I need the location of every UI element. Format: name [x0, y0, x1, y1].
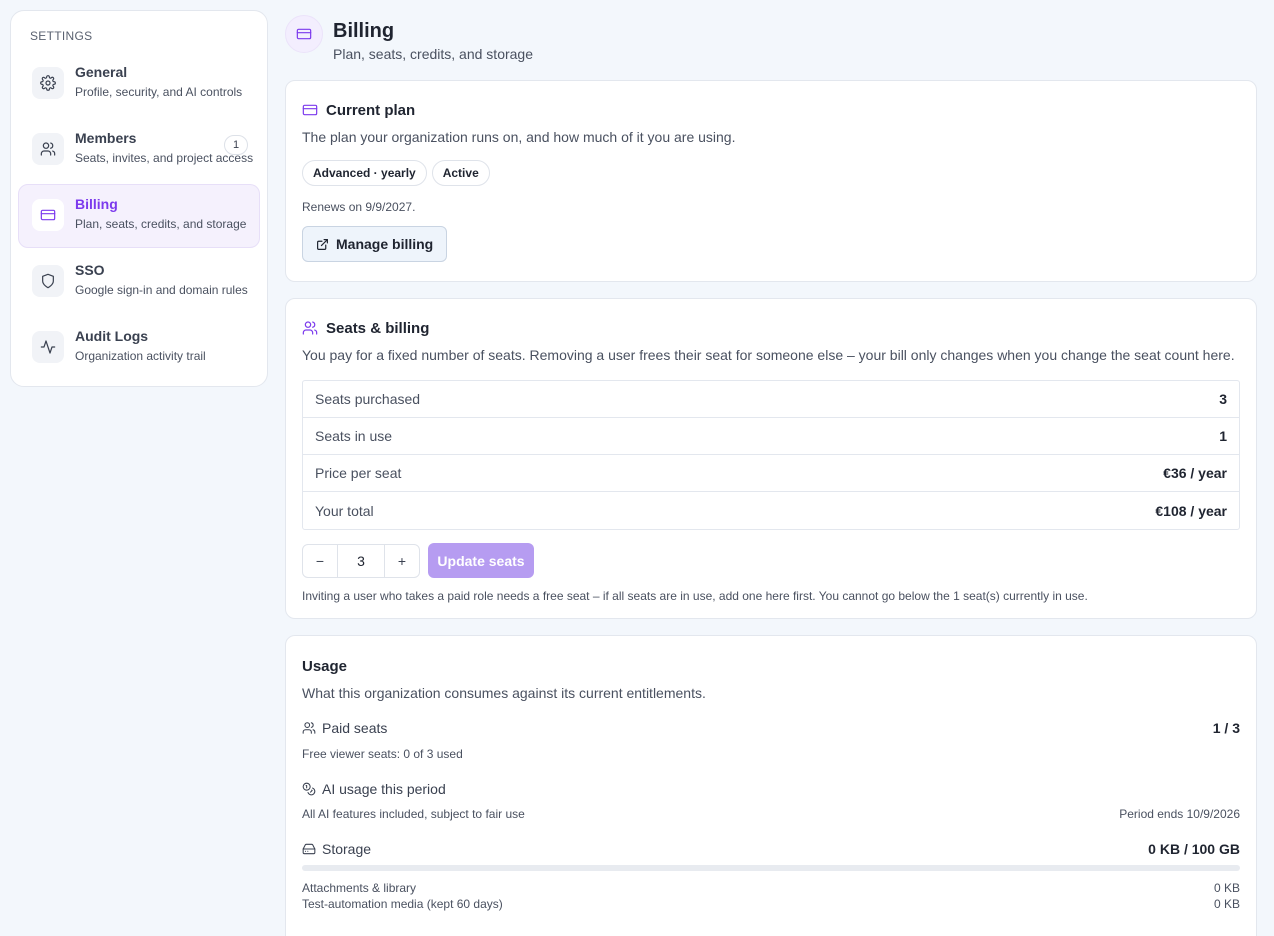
storage-text: Storage — [322, 841, 372, 857]
free-viewer-seats: Free viewer seats: 0 of 3 used — [302, 747, 463, 761]
table-row: Seats purchased 3 — [303, 381, 1239, 418]
row-label: Your total — [315, 502, 374, 519]
card-title: Current plan — [302, 100, 1240, 120]
storage-progress-bar — [302, 865, 1240, 871]
credit-card-icon — [302, 102, 318, 118]
sidebar-item-subtitle: Google sign-in and domain rules — [75, 283, 248, 297]
table-row: Price per seat €36 / year — [303, 455, 1239, 492]
sidebar-item-members[interactable]: Members Seats, invites, and project acce… — [18, 118, 260, 182]
hard-drive-icon — [302, 842, 316, 856]
update-seats-button[interactable]: Update seats — [428, 543, 534, 578]
list-item: Attachments & library 0 KB — [302, 881, 1240, 895]
seats-billing-card: Seats & billing You pay for a fixed numb… — [285, 298, 1257, 619]
credit-card-icon — [285, 15, 323, 53]
ai-period-end: Period ends 10/9/2026 — [1119, 807, 1240, 821]
users-icon — [302, 320, 318, 336]
plan-pill: Advanced · yearly — [302, 160, 427, 186]
row-value: €108 / year — [1155, 502, 1227, 519]
card-title: Seats & billing — [302, 318, 1240, 338]
sidebar-item-subtitle: Profile, security, and AI controls — [75, 85, 243, 99]
card-title: Usage — [302, 656, 1240, 676]
sidebar-item-billing[interactable]: Billing Plan, seats, credits, and storag… — [18, 184, 260, 248]
sidebar-item-title: General — [75, 64, 128, 80]
ai-usage-text: AI usage this period — [322, 781, 446, 797]
ai-usage-label: AI usage this period — [302, 781, 446, 797]
gear-icon — [32, 67, 64, 99]
row-value: 1 — [1219, 428, 1227, 444]
list-item: Test-automation media (kept 60 days) 0 K… — [302, 897, 1240, 911]
credit-card-icon — [32, 199, 64, 231]
sidebar-item-subtitle: Plan, seats, credits, and storage — [75, 217, 247, 231]
row-value: €36 / year — [1163, 465, 1227, 481]
storage-value: 0 KB / 100 GB — [1148, 841, 1240, 857]
usage-card: Usage What this organization consumes ag… — [285, 635, 1257, 936]
current-plan-card: Current plan The plan your organization … — [285, 80, 1257, 282]
page-title: Billing — [333, 20, 395, 42]
sidebar-item-sso[interactable]: SSO Google sign-in and domain rules — [18, 250, 260, 314]
seats-billing-description: You pay for a fixed number of seats. Rem… — [302, 347, 1235, 363]
sidebar-item-subtitle: Organization activity trail — [75, 349, 206, 363]
usage-description: What this organization consumes against … — [302, 685, 706, 701]
page-subtitle: Plan, seats, credits, and storage — [333, 46, 533, 62]
table-row: Your total €108 / year — [303, 492, 1239, 529]
storage-label: Storage — [302, 841, 371, 857]
settings-sidebar: SETTINGS General Profile, security, and … — [10, 10, 268, 387]
seats-billing-title: Seats & billing — [326, 319, 430, 337]
sidebar-item-general[interactable]: General Profile, security, and AI contro… — [18, 52, 260, 116]
storage-item-value: 0 KB — [1213, 897, 1240, 911]
current-plan-title: Current plan — [326, 101, 416, 119]
paid-seats-text: Paid seats — [322, 720, 388, 736]
storage-item-value: 0 KB — [1213, 881, 1240, 895]
activity-icon — [32, 331, 64, 363]
row-label: Price per seat — [315, 465, 402, 481]
ai-coins-icon — [302, 782, 316, 796]
increment-button[interactable]: + — [385, 545, 419, 577]
ai-usage-note: All AI features included, subject to fai… — [302, 807, 525, 821]
storage-item-label: Attachments & library — [302, 881, 417, 895]
shield-icon — [32, 265, 64, 297]
seat-controls: − 3 + Update seats — [302, 543, 1240, 578]
usage-title: Usage — [302, 657, 348, 675]
manage-billing-label: Manage billing — [336, 236, 434, 252]
users-icon — [302, 721, 316, 735]
row-value: 3 — [1219, 391, 1227, 407]
row-label: Seats purchased — [315, 391, 421, 407]
sidebar-item-title: Billing — [75, 196, 118, 212]
current-plan-description: The plan your organization runs on, and … — [302, 129, 736, 145]
ai-usage-details: All AI features included, subject to fai… — [302, 807, 1240, 821]
ai-usage-row: AI usage this period — [302, 781, 1240, 797]
sidebar-item-audit-logs[interactable]: Audit Logs Organization activity trail — [18, 316, 260, 380]
manage-billing-button[interactable]: Manage billing — [302, 226, 448, 262]
storage-row: Storage 0 KB / 100 GB — [302, 841, 1240, 857]
sidebar-heading: SETTINGS — [30, 29, 93, 43]
paid-seats-label: Paid seats — [302, 720, 387, 736]
row-label: Seats in use — [315, 428, 393, 444]
seat-quantity-stepper: − 3 + — [302, 543, 420, 578]
external-link-icon — [316, 238, 329, 251]
plan-pills: Advanced · yearly Active — [302, 160, 1240, 186]
members-count-badge: 1 — [224, 135, 248, 155]
seats-note: Inviting a user who takes a paid role ne… — [302, 589, 1088, 603]
sidebar-item-title: Audit Logs — [75, 328, 149, 344]
paid-seats-value: 1 / 3 — [1212, 720, 1240, 736]
sidebar-item-title: SSO — [75, 262, 105, 278]
seats-table: Seats purchased 3 Seats in use 1 Price p… — [302, 380, 1240, 530]
users-icon — [32, 133, 64, 165]
status-badge: Active — [431, 160, 490, 186]
paid-seats-row: Paid seats 1 / 3 — [302, 720, 1240, 736]
table-row: Seats in use 1 — [303, 418, 1239, 455]
storage-item-label: Test-automation media (kept 60 days) — [302, 897, 503, 911]
seat-count-input[interactable]: 3 — [337, 544, 385, 577]
renewal-date: Renews on 9/9/2027. — [302, 200, 416, 214]
decrement-button[interactable]: − — [303, 545, 337, 577]
